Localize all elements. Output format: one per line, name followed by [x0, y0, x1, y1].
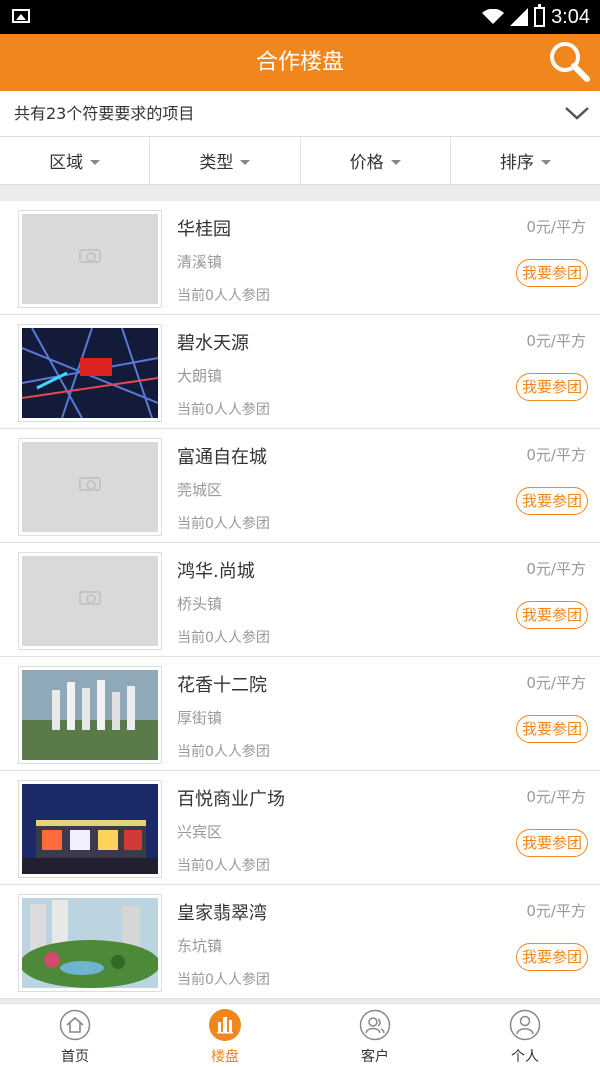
title-bar: 合作楼盘: [0, 34, 600, 91]
project-participants: 当前0人人参团: [177, 516, 270, 532]
filter-region[interactable]: 区域: [0, 137, 151, 184]
status-bar: 3:04: [0, 0, 600, 34]
project-district: 厚街镇: [177, 709, 223, 727]
project-name: 花香十二院: [177, 675, 267, 696]
list-item[interactable]: 鸿华.尚城 桥头镇 当前0人人参团 0元/平方 我要参团: [0, 543, 600, 657]
list-item[interactable]: 碧水天源 大朗镇 当前0人人参团 0元/平方 我要参团: [0, 315, 600, 429]
search-icon[interactable]: [546, 38, 592, 84]
camera-placeholder-icon: [79, 249, 101, 263]
filter-label: 排序: [499, 153, 534, 173]
filter-type[interactable]: 类型: [150, 137, 301, 184]
project-list: 华桂园 清溪镇 当前0人人参团 0元/平方 我要参团 碧水天源 大朗镇 当前0人…: [0, 201, 600, 999]
nav-buildings[interactable]: 楼盘: [150, 1004, 300, 1067]
nav-label: 楼盘: [211, 1049, 239, 1065]
home-icon: [59, 1009, 91, 1041]
caret-down-icon: [390, 159, 401, 165]
nav-label: 首页: [61, 1049, 89, 1065]
page-title: 合作楼盘: [255, 50, 344, 75]
join-group-button[interactable]: 我要参团: [516, 715, 588, 743]
caret-down-icon: [240, 159, 251, 165]
result-summary-bar[interactable]: 共有23个符要要求的项目: [0, 91, 600, 137]
project-district: 兴宾区: [177, 823, 223, 841]
caret-down-icon: [90, 159, 101, 165]
project-price: 0元/平方: [526, 446, 586, 464]
person-icon: [509, 1009, 541, 1041]
project-price: 0元/平方: [526, 902, 586, 920]
join-group-button[interactable]: 我要参团: [516, 829, 588, 857]
bottom-nav: 首页 楼盘 客户 个人: [0, 1003, 600, 1067]
project-image: [18, 552, 162, 650]
join-group-button[interactable]: 我要参团: [516, 487, 588, 515]
project-district: 桥头镇: [177, 595, 223, 613]
project-participants: 当前0人人参团: [177, 402, 270, 418]
status-time: 3:04: [551, 5, 590, 28]
project-district: 东坑镇: [177, 937, 223, 955]
chevron-down-icon[interactable]: [564, 103, 590, 123]
project-district: 清溪镇: [177, 253, 223, 271]
image-notification-icon: [12, 9, 30, 23]
project-participants: 当前0人人参团: [177, 744, 270, 760]
filter-price[interactable]: 价格: [301, 137, 451, 184]
join-group-button[interactable]: 我要参团: [516, 259, 588, 287]
battery-icon: [534, 4, 546, 27]
project-participants: 当前0人人参团: [177, 858, 270, 874]
filter-bar: 区域 类型 价格 排序: [0, 137, 600, 185]
filter-label: 区域: [49, 153, 84, 173]
project-image: [18, 438, 162, 536]
list-item[interactable]: 百悦商业广场 兴宾区 当前0人人参团 0元/平方 我要参团: [0, 771, 600, 885]
buildings-icon: [209, 1009, 241, 1041]
customer-icon: [359, 1009, 391, 1041]
list-item[interactable]: 花香十二院 厚街镇 当前0人人参团 0元/平方 我要参团: [0, 657, 600, 771]
camera-placeholder-icon: [79, 477, 101, 491]
project-name: 百悦商业广场: [177, 789, 285, 810]
wifi-icon: [482, 9, 505, 24]
result-summary-text: 共有23个符要要求的项目: [14, 104, 195, 123]
signal-icon: [510, 8, 529, 26]
project-image: [18, 666, 162, 764]
project-price: 0元/平方: [526, 560, 586, 578]
project-participants: 当前0人人参团: [177, 288, 270, 304]
project-image: [18, 210, 162, 308]
project-name: 碧水天源: [177, 333, 249, 354]
project-district: 莞城区: [177, 481, 223, 499]
project-district: 大朗镇: [177, 367, 223, 385]
filter-label: 价格: [349, 153, 384, 173]
filter-label: 类型: [199, 153, 234, 173]
project-participants: 当前0人人参团: [177, 972, 270, 988]
project-name: 华桂园: [177, 219, 231, 240]
project-price: 0元/平方: [526, 788, 586, 806]
join-group-button[interactable]: 我要参团: [516, 373, 588, 401]
project-participants: 当前0人人参团: [177, 630, 270, 646]
project-price: 0元/平方: [526, 674, 586, 692]
nav-profile[interactable]: 个人: [450, 1004, 600, 1067]
camera-placeholder-icon: [79, 591, 101, 605]
join-group-button[interactable]: 我要参团: [516, 943, 588, 971]
nav-home[interactable]: 首页: [0, 1004, 150, 1067]
project-image: [18, 324, 162, 422]
join-group-button[interactable]: 我要参团: [516, 601, 588, 629]
filter-sort[interactable]: 排序: [451, 137, 600, 184]
nav-label: 客户: [361, 1049, 389, 1065]
project-price: 0元/平方: [526, 218, 586, 236]
list-item[interactable]: 皇家翡翠湾 东坑镇 当前0人人参团 0元/平方 我要参团: [0, 885, 600, 999]
project-image: [18, 894, 162, 992]
project-name: 富通自在城: [177, 447, 267, 468]
project-image: [18, 780, 162, 878]
caret-down-icon: [540, 159, 551, 165]
nav-label: 个人: [511, 1049, 539, 1065]
project-price: 0元/平方: [526, 332, 586, 350]
project-name: 鸿华.尚城: [177, 561, 255, 582]
project-name: 皇家翡翠湾: [177, 903, 267, 924]
nav-customer[interactable]: 客户: [300, 1004, 450, 1067]
list-item[interactable]: 华桂园 清溪镇 当前0人人参团 0元/平方 我要参团: [0, 201, 600, 315]
list-item[interactable]: 富通自在城 莞城区 当前0人人参团 0元/平方 我要参团: [0, 429, 600, 543]
